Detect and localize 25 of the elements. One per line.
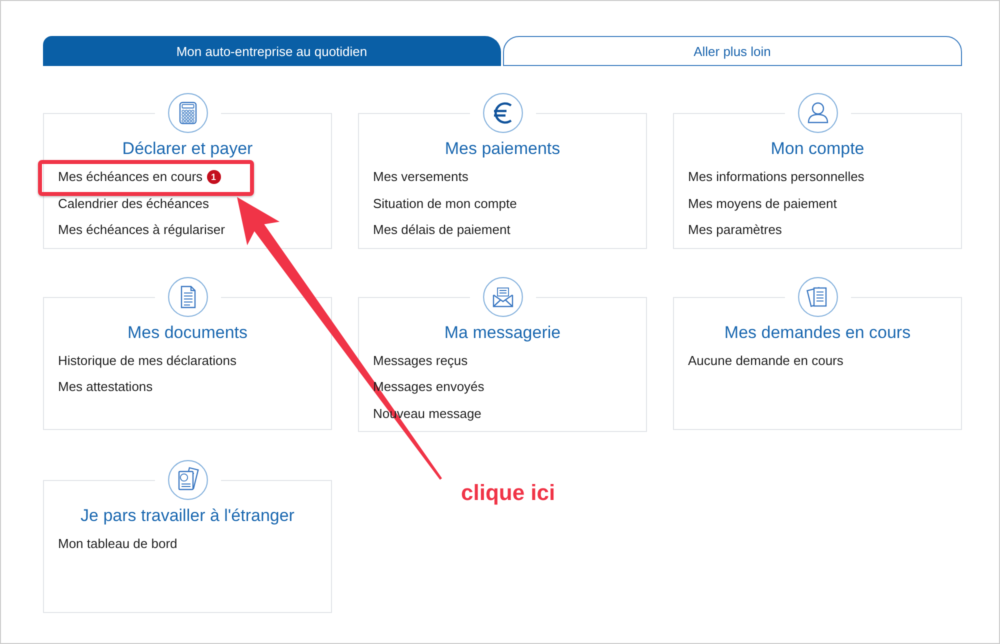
menu-link[interactable]: Mes informations personnelles bbox=[688, 169, 864, 186]
menu-link[interactable]: Aucune demande en cours bbox=[688, 352, 844, 369]
menu-link[interactable]: Mon tableau de bord bbox=[58, 536, 178, 552]
tab[interactable]: Mon auto-entreprise au quotidien bbox=[43, 36, 500, 66]
card-title: Je pars travailler à l'étranger bbox=[80, 506, 296, 526]
menu-link[interactable]: Mes échéances à régulariser bbox=[58, 222, 225, 238]
card-title: Mon compte bbox=[770, 139, 866, 159]
menu-link[interactable]: Messages reçus bbox=[373, 352, 468, 369]
menu-link[interactable]: Mes attestations bbox=[58, 379, 153, 396]
notification-badge: 1 bbox=[206, 170, 221, 184]
menu-link[interactable]: Mes délais de paiement bbox=[373, 222, 510, 238]
card-title: Mes paiements bbox=[444, 139, 562, 159]
menu-link[interactable]: Mes paramètres bbox=[688, 222, 782, 238]
tab[interactable]: Aller plus loin bbox=[502, 36, 962, 66]
menu-link[interactable]: Mes moyens de paiement bbox=[688, 196, 837, 212]
menu-link[interactable]: Mes versements bbox=[373, 169, 468, 186]
menu-link[interactable]: Situation de mon compte bbox=[373, 196, 517, 212]
annotation-caption: clique ici bbox=[461, 480, 556, 506]
menu-link[interactable]: Historique de mes déclarations bbox=[58, 352, 236, 369]
card-title: Mes documents bbox=[126, 322, 248, 342]
card-title: Mes demandes en cours bbox=[723, 322, 912, 342]
card-title: Ma messagerie bbox=[443, 322, 562, 342]
card-title: Déclarer et payer bbox=[121, 139, 254, 159]
menu-link[interactable]: Mes échéances en cours 1 bbox=[58, 169, 221, 186]
menu-link[interactable]: Calendrier des échéances bbox=[58, 196, 210, 212]
